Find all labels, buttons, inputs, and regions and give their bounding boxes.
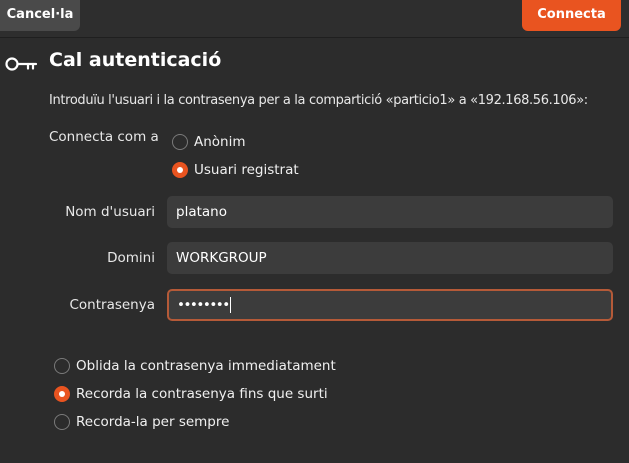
radio-button[interactable] bbox=[54, 386, 70, 402]
header-bar: Cancel·la Connecta bbox=[0, 0, 629, 38]
password-label: Contrasenya bbox=[69, 297, 155, 313]
radio-remember-until-logout-label: Recorda la contrasenya fins que surti bbox=[76, 386, 328, 402]
username-label: Nom d'usuari bbox=[65, 204, 155, 220]
radio-forget-password[interactable]: Oblida la contrasenya immediatament bbox=[54, 356, 336, 376]
radio-remember-forever[interactable]: Recorda-la per sempre bbox=[54, 412, 229, 432]
radio-anonymous[interactable]: Anònim bbox=[172, 132, 246, 152]
text-caret bbox=[229, 297, 231, 313]
connect-button[interactable]: Connecta bbox=[522, 0, 621, 31]
domain-label: Domini bbox=[107, 250, 155, 266]
radio-remember-until-logout[interactable]: Recorda la contrasenya fins que surti bbox=[54, 384, 328, 404]
dialog-title: Cal autenticació bbox=[49, 49, 222, 71]
radio-remember-forever-label: Recorda-la per sempre bbox=[76, 414, 230, 430]
radio-button[interactable] bbox=[172, 134, 188, 150]
authentication-dialog: Cancel·la Connecta Cal autenticació Intr… bbox=[0, 0, 629, 463]
password-field[interactable]: •••••••• bbox=[167, 289, 613, 321]
radio-button[interactable] bbox=[54, 414, 70, 430]
password-value: •••••••• bbox=[177, 297, 230, 313]
radio-registered-user[interactable]: Usuari registrat bbox=[172, 160, 299, 180]
cancel-button[interactable]: Cancel·la bbox=[0, 0, 80, 31]
key-icon bbox=[5, 57, 38, 71]
connect-as-label: Connecta com a bbox=[49, 129, 159, 145]
dialog-description: Introduïu l'usuari i la contrasenya per … bbox=[49, 93, 588, 108]
radio-anonymous-label: Anònim bbox=[194, 134, 246, 150]
radio-button[interactable] bbox=[54, 358, 70, 374]
radio-button[interactable] bbox=[172, 162, 188, 178]
domain-field[interactable]: WORKGROUP bbox=[167, 242, 613, 274]
username-field[interactable]: platano bbox=[167, 196, 613, 228]
radio-forget-password-label: Oblida la contrasenya immediatament bbox=[76, 358, 336, 374]
radio-registered-user-label: Usuari registrat bbox=[194, 162, 299, 178]
